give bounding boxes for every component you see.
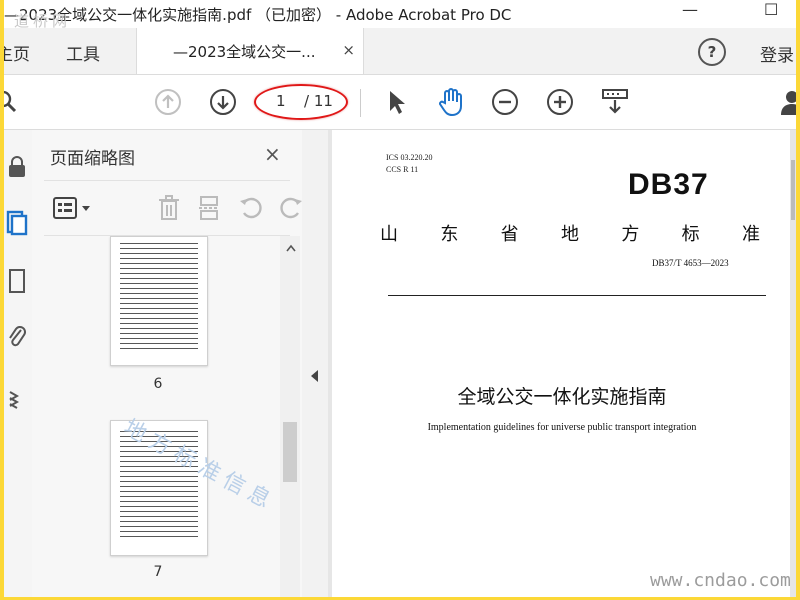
page-thumbnails-icon[interactable] [4, 208, 30, 238]
standard-number: DB37/T 4653—2023 [652, 258, 729, 268]
bookmark-icon[interactable] [4, 266, 30, 296]
heading-char: 省 [500, 224, 519, 245]
panel-collapse-strip[interactable] [302, 130, 328, 597]
heading-char: 山 [380, 224, 398, 245]
split-page-icon[interactable] [194, 193, 224, 223]
zoom-in-icon[interactable] [544, 86, 576, 118]
tab-tools[interactable]: 工具 [66, 40, 100, 65]
scroll-mode-icon[interactable] [599, 86, 631, 118]
delete-page-icon[interactable] [154, 193, 184, 223]
account-icon[interactable] [776, 86, 796, 118]
classification-codes: ICS 03.220.20 CCS R 11 [386, 152, 432, 176]
annotation-ring [254, 84, 348, 120]
heading-char: 东 [440, 224, 459, 245]
thumbnails-panel: 页面缩略图 × 6 7 [32, 130, 303, 597]
ccs-code: CCS R 11 [386, 165, 419, 174]
document-page: ICS 03.220.20 CCS R 11 DB37 山 东 省 地 方 标 … [332, 130, 792, 597]
province-standard-heading: 山 东 省 地 方 标 准 [380, 220, 760, 246]
tab-close-button[interactable]: × [342, 41, 355, 59]
login-button[interactable]: 登录 [760, 41, 794, 66]
document-scrollbar[interactable] [790, 130, 796, 597]
panel-scrollbar[interactable] [280, 236, 300, 597]
heading-char: 地 [560, 224, 579, 245]
tab-document-label: —2023全域公交一... [173, 43, 316, 61]
page-thumbnail-label: 7 [153, 564, 163, 580]
collapse-arrow-icon[interactable] [311, 370, 318, 382]
thumbnail-list: 6 7 [32, 236, 280, 597]
heading-char: 方 [621, 224, 640, 245]
select-cursor-icon[interactable] [380, 86, 412, 118]
prev-page-icon[interactable] [152, 86, 184, 118]
window-title: —2023全域公交一体化实施指南.pdf （已加密） - Adobe Acrob… [4, 6, 512, 24]
title-bar: —2023全域公交一体化实施指南.pdf （已加密） - Adobe Acrob… [4, 0, 796, 28]
scroll-up-icon[interactable] [286, 244, 296, 252]
toolbar-divider [360, 89, 361, 117]
document-scrollbar-thumb[interactable] [791, 160, 795, 220]
hand-tool-icon[interactable] [435, 86, 467, 118]
toolbar: 1 / 11 [4, 75, 796, 130]
tab-home[interactable]: 主页 [4, 40, 30, 65]
panel-scrollbar-thumb[interactable] [283, 422, 297, 482]
page-thumbnail-label: 6 [153, 376, 163, 392]
left-rail [4, 130, 33, 597]
zoom-out-icon[interactable] [489, 86, 521, 118]
document-title-english: Implementation guidelines for universe p… [427, 422, 697, 433]
thumbnail-options-icon[interactable] [52, 193, 96, 223]
lock-icon[interactable] [4, 152, 30, 182]
thumbnail-text-lines [120, 241, 198, 351]
ics-code: ICS 03.220.20 [386, 153, 433, 162]
zoom-icon[interactable] [4, 86, 22, 118]
heading-char: 准 [741, 224, 760, 245]
tab-bar: 主页 工具 —2023全域公交一... × ? 登录 [4, 28, 796, 75]
panel-close-button[interactable]: × [264, 142, 281, 166]
panel-toolbar [44, 180, 302, 236]
document-title-chinese: 全域公交一体化实施指南 [457, 386, 667, 408]
minimize-button[interactable]: — [682, 0, 698, 24]
layers-icon[interactable] [4, 384, 30, 414]
next-page-icon[interactable] [207, 86, 239, 118]
panel-title: 页面缩略图 [50, 149, 135, 169]
standard-mark: DB37 [628, 168, 709, 201]
rotate-left-icon[interactable] [236, 193, 266, 223]
document-area: ICS 03.220.20 CCS R 11 DB37 山 东 省 地 方 标 … [328, 130, 796, 597]
heading-char: 标 [681, 224, 700, 245]
acrobat-window: —2023全域公交一体化实施指南.pdf （已加密） - Adobe Acrob… [4, 0, 796, 597]
help-button[interactable]: ? [698, 38, 726, 66]
watermark-url: www.cndao.com [650, 570, 791, 591]
page-thumbnail-6[interactable] [110, 236, 208, 366]
attachment-icon[interactable] [4, 322, 30, 352]
maximize-button[interactable]: ☐ [764, 0, 778, 24]
header-rule [388, 295, 766, 296]
tab-document[interactable]: —2023全域公交一... × [136, 28, 364, 74]
